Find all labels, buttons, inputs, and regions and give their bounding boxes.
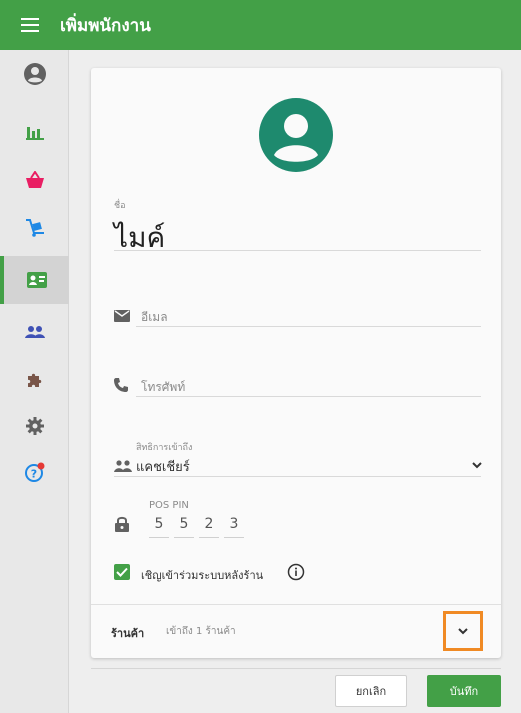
phone-underline bbox=[136, 396, 481, 397]
pin-underline bbox=[174, 537, 194, 538]
email-underline bbox=[136, 326, 481, 327]
sidebar-item-settings[interactable] bbox=[0, 402, 69, 450]
pin-digit-4[interactable]: 3 bbox=[224, 516, 244, 532]
name-label: ชื่อ bbox=[114, 201, 126, 211]
sidebar-item-customers[interactable] bbox=[0, 308, 69, 356]
main-content: ชื่อ ไมค์ อีเมล โทรศัพท์ สิทธิการเข้าถึง… bbox=[69, 50, 521, 713]
sidebar-item-integrations[interactable] bbox=[0, 356, 69, 404]
settings-icon bbox=[25, 417, 44, 435]
people-icon bbox=[24, 326, 45, 338]
name-underline bbox=[114, 250, 481, 251]
sidebar-item-sales[interactable] bbox=[0, 156, 69, 204]
account-circle-icon bbox=[23, 63, 46, 85]
email-field[interactable]: อีเมล bbox=[141, 308, 168, 327]
cancel-button[interactable]: ยกเลิก bbox=[335, 675, 407, 707]
sidebar-item-help[interactable]: ? bbox=[0, 448, 69, 496]
check-icon bbox=[116, 567, 128, 577]
employee-card-icon bbox=[26, 272, 47, 288]
people-icon bbox=[114, 460, 132, 472]
invite-label: เชิญเข้าร่วมระบบหลังร้าน bbox=[141, 569, 264, 582]
app-header: เพิ่มพนักงาน bbox=[0, 0, 521, 50]
svg-text:?: ? bbox=[30, 468, 36, 481]
account-circle-icon[interactable] bbox=[259, 98, 333, 172]
info-icon[interactable] bbox=[287, 563, 305, 581]
access-select[interactable]: แคชเชียร์ bbox=[136, 456, 190, 477]
pin-digit-1[interactable]: 5 bbox=[149, 516, 169, 532]
expand-shops-button[interactable] bbox=[443, 611, 483, 651]
access-label: สิทธิการเข้าถึง bbox=[136, 443, 193, 453]
sidebar-item-inventory[interactable] bbox=[0, 204, 69, 252]
shop-access-value: เข้าถึง 1 ร้านค้า bbox=[166, 626, 236, 637]
footer-divider bbox=[91, 668, 501, 669]
sidebar-item-employees[interactable] bbox=[0, 256, 69, 304]
pin-underline bbox=[224, 537, 244, 538]
menu-button[interactable] bbox=[0, 0, 60, 50]
shopping-basket-icon bbox=[25, 171, 44, 188]
lock-icon bbox=[115, 516, 129, 532]
shop-label: ร้านค้า bbox=[111, 627, 145, 640]
pin-underline bbox=[149, 537, 169, 538]
pos-pin-label: POS PIN bbox=[149, 500, 189, 511]
delivery-cart-icon bbox=[25, 219, 44, 237]
pin-underline bbox=[199, 537, 219, 538]
hamburger-icon bbox=[21, 18, 39, 32]
sidebar-item-account[interactable] bbox=[0, 50, 69, 98]
sidebar-item-reports[interactable] bbox=[0, 108, 69, 156]
phone-field[interactable]: โทรศัพท์ bbox=[141, 378, 185, 397]
bar-chart-icon bbox=[25, 127, 44, 140]
access-underline bbox=[114, 476, 481, 477]
chevron-down-icon[interactable] bbox=[472, 462, 482, 469]
sidebar: ? bbox=[0, 50, 69, 713]
save-button[interactable]: บันทึก bbox=[427, 675, 501, 707]
puzzle-icon bbox=[27, 373, 41, 387]
page-title: เพิ่มพนักงาน bbox=[60, 15, 151, 36]
phone-icon bbox=[114, 378, 128, 392]
card-divider bbox=[91, 604, 501, 605]
pin-digit-2[interactable]: 5 bbox=[174, 516, 194, 532]
email-icon bbox=[114, 310, 130, 322]
chevron-down-icon bbox=[458, 627, 468, 634]
help-icon: ? bbox=[24, 462, 44, 482]
pin-digit-3[interactable]: 2 bbox=[199, 516, 219, 532]
employee-form-card: ชื่อ ไมค์ อีเมล โทรศัพท์ สิทธิการเข้าถึง… bbox=[91, 68, 501, 658]
invite-checkbox[interactable] bbox=[114, 564, 130, 580]
name-field[interactable]: ไมค์ bbox=[114, 216, 165, 260]
